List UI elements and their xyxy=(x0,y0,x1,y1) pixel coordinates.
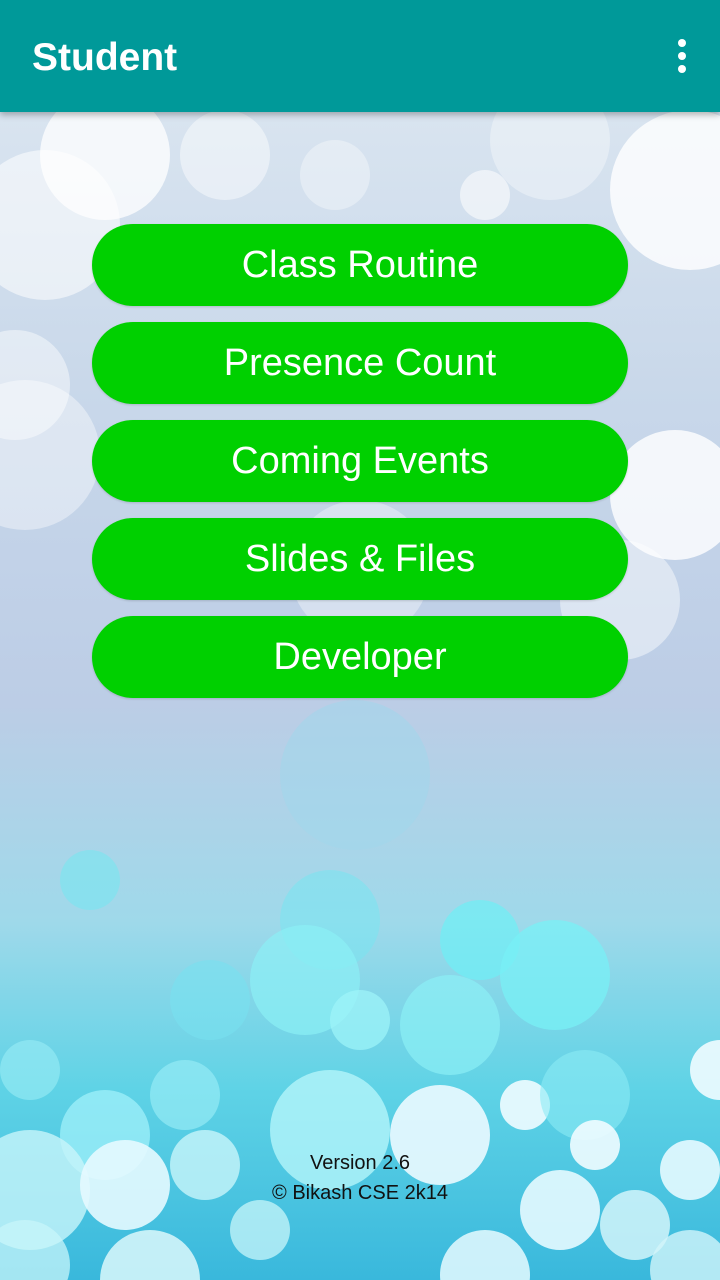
developer-button[interactable]: Developer xyxy=(92,616,628,698)
class-routine-button[interactable]: Class Routine xyxy=(92,224,628,306)
app-bar-title: Student xyxy=(32,36,178,79)
student-home-screen: Student Class Routine Presence Count Com… xyxy=(0,0,720,1280)
copyright-text: © Bikash CSE 2k14 xyxy=(272,1182,448,1204)
app-bar: Student xyxy=(0,0,720,112)
version-text: Version 2.6 xyxy=(309,1152,411,1174)
more-vert-icon[interactable] xyxy=(668,32,696,80)
slides-files-button[interactable]: Slides & Files xyxy=(92,518,628,600)
main-menu: Class Routine Presence Count Coming Even… xyxy=(92,224,628,714)
footer: Version 2.6 © Bikash CSE 2k14 xyxy=(0,1148,720,1208)
presence-count-button[interactable]: Presence Count xyxy=(92,322,628,404)
coming-events-button[interactable]: Coming Events xyxy=(92,420,628,502)
